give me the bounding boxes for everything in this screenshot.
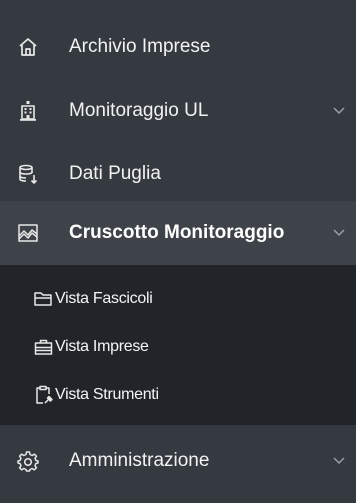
database-icon [17,163,39,185]
submenu-item-vista-imprese[interactable]: Vista Imprese [0,329,356,365]
sidebar-item-amministrazione[interactable]: Amministrazione [0,436,356,486]
building-icon [17,100,39,122]
chevron-down-icon [332,104,346,118]
sidebar-item-label: Dati Puglia [69,163,161,184]
submenu-item-label: Vista Imprese [55,338,149,355]
sidebar-item-label: Amministrazione [69,450,210,471]
sidebar-item-archivio-imprese[interactable]: Archivio Imprese [0,21,356,73]
sidebar: Archivio Imprese Monitoraggio UL Dati Pu… [0,0,356,503]
submenu-item-label: Vista Strumenti [55,386,159,403]
submenu-item-label: Vista Fascicoli [55,290,153,307]
sidebar-item-dati-puglia[interactable]: Dati Puglia [0,148,356,200]
chevron-down-icon [332,454,346,468]
home-icon [17,36,39,58]
folder-icon [34,289,54,309]
briefcase-icon [34,337,54,357]
sidebar-item-cruscotto-monitoraggio[interactable]: Cruscotto Monitoraggio [0,201,356,265]
clipboard-tool-icon [34,385,54,405]
sidebar-item-label: Archivio Imprese [69,36,211,57]
chevron-down-icon [332,226,346,240]
chart-area-icon [17,222,39,244]
sidebar-item-monitoraggio-ul[interactable]: Monitoraggio UL [0,85,356,137]
submenu-item-vista-strumenti[interactable]: Vista Strumenti [0,377,356,413]
sidebar-item-label: Monitoraggio UL [69,100,209,121]
submenu-item-vista-fascicoli[interactable]: Vista Fascicoli [0,281,356,317]
sidebar-item-label: Cruscotto Monitoraggio [69,222,285,243]
gear-icon [17,450,39,472]
submenu-cruscotto: Vista Fascicoli Vista Imprese Vista Stru… [0,265,356,425]
